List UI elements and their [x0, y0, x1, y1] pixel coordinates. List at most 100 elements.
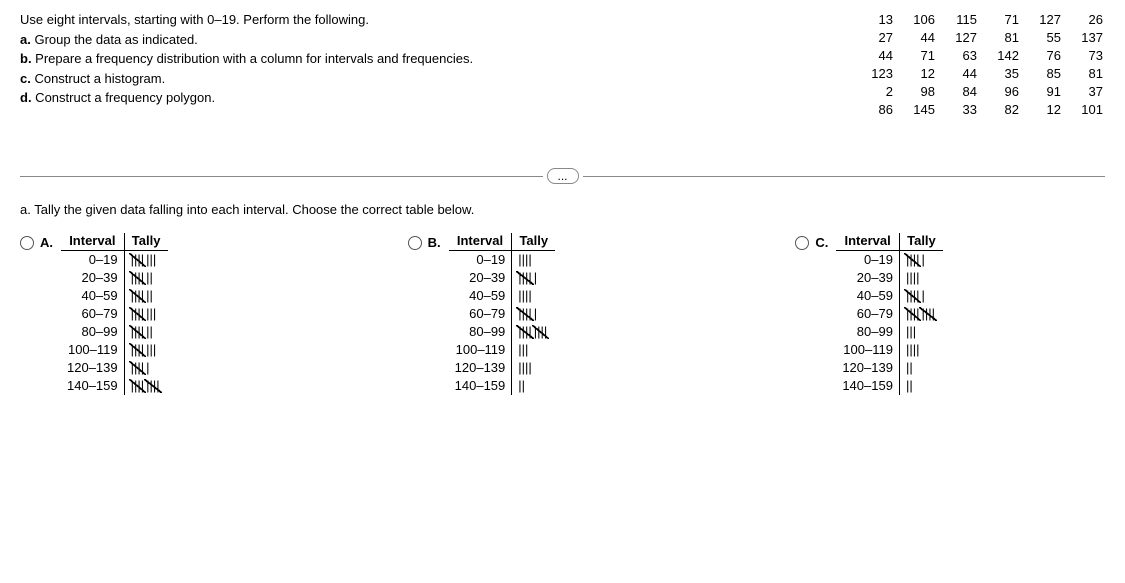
table-row: 20–39|||||: [449, 269, 556, 287]
radio-C[interactable]: [795, 236, 809, 250]
table-header-tally: Tally: [512, 233, 556, 251]
interval-cell: 40–59: [449, 287, 512, 305]
radio-B[interactable]: [408, 236, 422, 250]
interval-cell: 80–99: [449, 323, 512, 341]
interval-cell: 40–59: [61, 287, 124, 305]
tally-cell: |||||: [124, 359, 168, 377]
interval-cell: 20–39: [61, 269, 124, 287]
tally-table-C: Interval Tally 0–19|||||20–39||||40–59||…: [836, 233, 943, 395]
option-C[interactable]: C. Interval Tally 0–19|||||20–39||||40–5…: [795, 233, 943, 395]
data-cell: 76: [1021, 46, 1063, 64]
data-cell: 123: [853, 64, 895, 82]
interval-cell: 60–79: [449, 305, 512, 323]
more-dots-button[interactable]: ...: [547, 168, 579, 184]
tally-table-B: Interval Tally 0–19||||20–39|||||40–59||…: [449, 233, 556, 395]
tally-cell: |||||: [899, 251, 943, 270]
data-cell: 27: [853, 28, 895, 46]
table-row: 100–119|||||||: [61, 341, 168, 359]
interval-cell: 120–139: [61, 359, 124, 377]
data-cell: 2: [853, 82, 895, 100]
interval-cell: 80–99: [61, 323, 124, 341]
table-row: 60–79|||||||: [61, 305, 168, 323]
table-row: 140–159||: [449, 377, 556, 395]
interval-cell: 140–159: [449, 377, 512, 395]
tally-cell: ||||||||: [124, 377, 168, 395]
interval-cell: 60–79: [836, 305, 899, 323]
question-prompt: a. Tally the given data falling into eac…: [20, 202, 1105, 217]
option-label-C: C.: [815, 233, 828, 253]
data-cell: 81: [979, 28, 1021, 46]
tally-cell: ||||: [512, 359, 556, 377]
table-row: 140–159||||||||: [61, 377, 168, 395]
data-cell: 142: [979, 46, 1021, 64]
data-cell: 44: [853, 46, 895, 64]
table-row: 80–99||||||||: [449, 323, 556, 341]
interval-cell: 80–99: [836, 323, 899, 341]
table-row: 80–99||||||: [61, 323, 168, 341]
table-row: 20–39||||||: [61, 269, 168, 287]
tally-cell: |||||||: [124, 341, 168, 359]
option-B[interactable]: B. Interval Tally 0–19||||20–39|||||40–5…: [408, 233, 556, 395]
data-cell: 35: [979, 64, 1021, 82]
tally-cell: ||: [899, 359, 943, 377]
table-row: 20–39||||: [836, 269, 943, 287]
interval-cell: 100–119: [449, 341, 512, 359]
tally-cell: ||||||||: [899, 305, 943, 323]
interval-cell: 20–39: [449, 269, 512, 287]
label-c: c.: [20, 71, 31, 86]
data-cell: 71: [979, 10, 1021, 28]
tally-cell: |||||: [899, 287, 943, 305]
interval-cell: 0–19: [449, 251, 512, 270]
tally-cell: ||||||: [124, 269, 168, 287]
table-header-tally: Tally: [124, 233, 168, 251]
data-cell: 37: [1063, 82, 1105, 100]
label-b: b.: [20, 51, 32, 66]
data-cell: 84: [937, 82, 979, 100]
tally-cell: ||||||: [124, 287, 168, 305]
data-cell: 96: [979, 82, 1021, 100]
table-row: 0–19||||: [449, 251, 556, 270]
data-cell: 33: [937, 100, 979, 118]
table-row: 120–139||||: [449, 359, 556, 377]
interval-cell: 140–159: [61, 377, 124, 395]
interval-cell: 0–19: [61, 251, 124, 270]
tally-cell: |||: [899, 323, 943, 341]
tally-cell: ||||: [899, 269, 943, 287]
data-cell: 81: [1063, 64, 1105, 82]
tally-cell: ||||: [512, 251, 556, 270]
interval-cell: 100–119: [836, 341, 899, 359]
divider: ...: [20, 168, 1105, 184]
data-cell: 101: [1063, 100, 1105, 118]
table-row: 0–19|||||: [836, 251, 943, 270]
table-row: 120–139||: [836, 359, 943, 377]
data-cell: 71: [895, 46, 937, 64]
data-cell: 127: [937, 28, 979, 46]
interval-cell: 40–59: [836, 287, 899, 305]
data-cell: 13: [853, 10, 895, 28]
instructions-block: Use eight intervals, starting with 0–19.…: [20, 10, 813, 118]
data-cell: 85: [1021, 64, 1063, 82]
tally-cell: |||||: [512, 305, 556, 323]
option-label-B: B.: [428, 233, 441, 253]
option-A[interactable]: A. Interval Tally 0–19|||||||20–39||||||…: [20, 233, 168, 395]
data-cell: 44: [895, 28, 937, 46]
data-cell: 91: [1021, 82, 1063, 100]
table-row: 0–19|||||||: [61, 251, 168, 270]
data-grid: 1310611571127262744127815513744716314276…: [853, 10, 1105, 118]
table-row: 40–59|||||: [836, 287, 943, 305]
table-row: 100–119||||: [836, 341, 943, 359]
interval-cell: 140–159: [836, 377, 899, 395]
table-header-interval: Interval: [449, 233, 512, 251]
radio-A[interactable]: [20, 236, 34, 250]
tally-table-A: Interval Tally 0–19|||||||20–39||||||40–…: [61, 233, 168, 395]
tally-cell: ||||: [512, 287, 556, 305]
interval-cell: 60–79: [61, 305, 124, 323]
option-label-A: A.: [40, 233, 53, 253]
table-row: 60–79|||||: [449, 305, 556, 323]
data-cell: 98: [895, 82, 937, 100]
tally-cell: ||||||||: [512, 323, 556, 341]
tally-cell: ||: [512, 377, 556, 395]
data-cell: 82: [979, 100, 1021, 118]
label-d: d.: [20, 90, 32, 105]
table-row: 40–59||||: [449, 287, 556, 305]
